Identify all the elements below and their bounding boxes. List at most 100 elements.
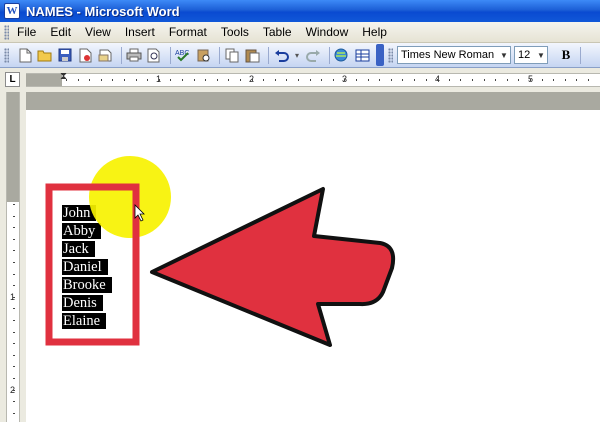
ruler-tick (13, 331, 15, 333)
selected-name-list[interactable]: John Abby Jack Daniel Brooke Denis Elain… (62, 204, 112, 330)
menu-edit[interactable]: Edit (50, 25, 71, 39)
menu-insert[interactable]: Insert (125, 25, 155, 39)
tables-borders-icon[interactable] (354, 47, 370, 63)
ruler-tick (135, 79, 137, 81)
formatting-toolbar-grip[interactable] (388, 47, 393, 63)
list-item[interactable]: Denis (62, 294, 112, 312)
paste-icon[interactable] (244, 47, 260, 63)
new-document-icon[interactable] (17, 47, 33, 63)
toolbar-separator (268, 46, 269, 64)
menu-help[interactable]: Help (362, 25, 387, 39)
chevron-down-icon[interactable]: ▼ (498, 47, 510, 63)
ruler-tick (309, 79, 311, 81)
permission-icon[interactable] (77, 47, 93, 63)
ruler-tick (13, 273, 15, 275)
ruler-tick (414, 79, 415, 81)
toolbar-grip-handle[interactable] (4, 47, 9, 63)
list-item[interactable]: John (62, 204, 112, 222)
horizontal-ruler[interactable]: ⧗ 1 2 3 4 5 (26, 71, 600, 87)
print-icon[interactable] (126, 47, 142, 63)
name-text: Denis (62, 295, 103, 311)
ruler-tick (564, 79, 566, 81)
ruler-tick (495, 79, 497, 81)
ruler-tick (158, 79, 160, 81)
ruler-tick (251, 79, 253, 81)
research-icon[interactable] (195, 47, 211, 63)
open-folder-icon[interactable] (37, 47, 53, 63)
ruler-tick (274, 79, 276, 81)
copy-icon[interactable] (224, 47, 240, 63)
toolbar-separator (580, 46, 581, 64)
menu-window[interactable]: Window (306, 25, 349, 39)
ruler-tick (356, 79, 357, 81)
toolbar-options-grip[interactable] (376, 44, 384, 66)
vertical-ruler[interactable]: 1 2 (6, 92, 20, 422)
ruler-tick (472, 79, 473, 81)
ruler-tick (13, 378, 15, 379)
bold-button[interactable]: B (558, 47, 574, 63)
top-margin-area (26, 92, 600, 110)
ruler-tick (390, 79, 392, 81)
spelling-icon[interactable]: ABC (175, 47, 191, 63)
chevron-down-icon[interactable]: ▼ (535, 47, 547, 63)
menu-format[interactable]: Format (169, 25, 207, 39)
ruler-tick (205, 79, 207, 81)
save-icon[interactable] (57, 47, 73, 63)
menu-table[interactable]: Table (263, 25, 292, 39)
ruler-tick (13, 227, 15, 229)
ruler-tick (541, 79, 543, 81)
menu-file[interactable]: File (17, 25, 36, 39)
tab-selector[interactable]: L (5, 72, 20, 87)
name-text: Elaine (62, 313, 107, 329)
name-text: Daniel (62, 259, 108, 275)
ruler-tick (13, 343, 15, 345)
toolbar-separator (329, 46, 330, 64)
word-app-icon[interactable]: W (4, 3, 20, 19)
ruler-tick (170, 79, 172, 81)
font-name-value: Times New Roman (401, 49, 495, 61)
print-preview-icon[interactable] (146, 47, 162, 63)
ruler-tick (367, 79, 369, 81)
font-name-dropdown[interactable]: Times New Roman ▼ (397, 46, 511, 64)
ruler-tick (344, 79, 346, 81)
email-icon[interactable] (97, 47, 113, 63)
ruler-tick (460, 79, 462, 81)
ruler-tick (402, 79, 404, 81)
list-item[interactable]: Abby (62, 222, 112, 240)
undo-dropdown-icon[interactable]: ▾ (293, 47, 301, 63)
ruler-tick (379, 79, 381, 81)
menu-grip-handle[interactable] (4, 24, 9, 40)
ruler-tick (588, 79, 589, 81)
ruler-tick (448, 79, 450, 81)
ruler-tick (13, 215, 15, 217)
ruler-tick (13, 354, 15, 356)
ruler-tick (13, 285, 15, 287)
ruler-tick (240, 79, 241, 81)
ruler-bar: L ⧗ 1 2 3 4 5 (0, 68, 600, 92)
list-item[interactable]: Daniel (62, 258, 112, 276)
ruler-tick (530, 79, 531, 81)
menu-tools[interactable]: Tools (221, 25, 249, 39)
ruler-tick (13, 250, 15, 252)
vertical-top-margin (7, 92, 19, 202)
hyperlink-icon[interactable] (334, 47, 350, 63)
left-margin-area (26, 74, 62, 86)
menu-view[interactable]: View (85, 25, 111, 39)
redo-icon[interactable] (305, 47, 321, 63)
document-page[interactable]: John Abby Jack Daniel Brooke Denis Elain… (26, 110, 600, 422)
ruler-tick (437, 79, 439, 81)
list-item[interactable]: Jack (62, 240, 112, 258)
list-item[interactable]: Brooke (62, 276, 112, 294)
font-size-dropdown[interactable]: 12 ▼ (514, 46, 548, 64)
list-item[interactable]: Elaine (62, 312, 112, 330)
ruler-tick (425, 79, 427, 81)
font-size-value: 12 (518, 49, 531, 61)
undo-icon[interactable] (273, 47, 289, 63)
standard-toolbar: ABC ▾ Times New Roman ▼ 12 ▼ B (0, 43, 600, 68)
ruler-tick (506, 79, 508, 81)
ruler-tick (13, 389, 15, 391)
ruler-tick (100, 79, 102, 81)
ruler-tick (89, 79, 91, 81)
ruler-tick (576, 79, 578, 81)
menu-bar: File Edit View Insert Format Tools Table… (0, 22, 600, 43)
